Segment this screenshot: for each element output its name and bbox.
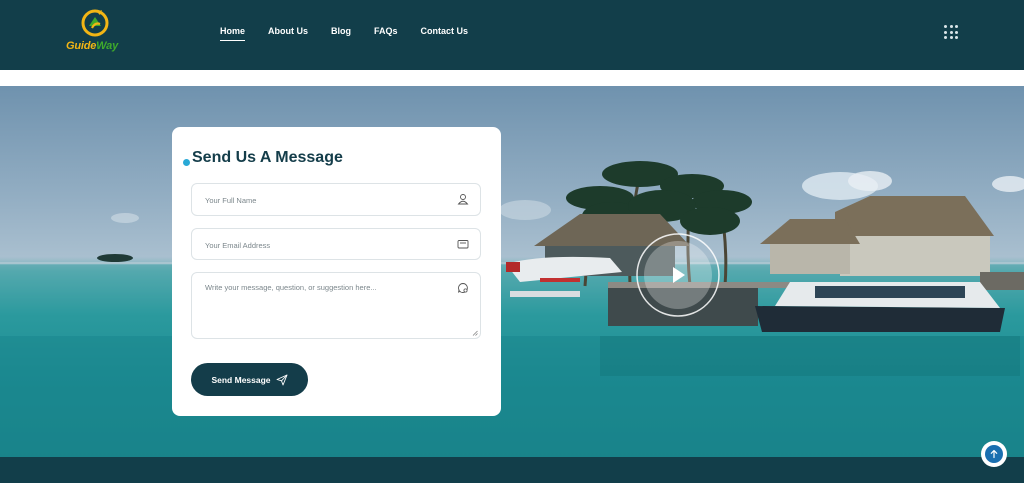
nav-faqs[interactable]: FAQs — [374, 25, 398, 39]
message-field[interactable] — [191, 272, 481, 339]
chat-bubble-icon — [458, 283, 468, 293]
accent-dot — [183, 159, 190, 166]
nav-home[interactable]: Home — [220, 25, 246, 41]
compass-arrow-icon — [81, 9, 109, 37]
full-name-input[interactable] — [205, 195, 445, 205]
send-message-label: Send Message — [211, 374, 271, 385]
email-field[interactable] — [191, 228, 481, 260]
envelope-icon — [457, 240, 469, 249]
send-message-button[interactable]: Send Message — [191, 363, 308, 396]
paper-plane-icon — [276, 374, 287, 385]
site-header: GuideWay Home About Us Blog FAQs Contact… — [0, 0, 1024, 70]
logo-word-guide: Guide — [66, 40, 97, 52]
back-to-top-circle — [985, 445, 1003, 463]
back-to-top-button[interactable] — [981, 441, 1007, 467]
logo-wordmark: GuideWay — [66, 40, 118, 52]
logo-word-way: Way — [96, 40, 118, 52]
resize-grip-icon[interactable] — [472, 330, 478, 336]
grid-dots-icon[interactable] — [944, 25, 958, 39]
user-icon — [457, 194, 469, 205]
message-textarea[interactable] — [205, 283, 445, 333]
email-input[interactable] — [205, 240, 445, 250]
lagoon-overwater-villas-image — [0, 161, 1024, 457]
arrow-up-icon — [990, 449, 998, 459]
video-play-button[interactable] — [635, 232, 721, 318]
hero-section — [0, 86, 1024, 457]
footer-bar — [0, 457, 1024, 483]
nav-contact-us[interactable]: Contact Us — [421, 25, 469, 39]
form-title: Send Us A Message — [192, 149, 343, 166]
play-icon — [636, 233, 720, 317]
nav-blog[interactable]: Blog — [331, 25, 351, 39]
full-name-field[interactable] — [191, 183, 481, 216]
site-logo[interactable]: GuideWay — [66, 8, 126, 56]
main-nav: Home About Us Blog FAQs Contact Us — [220, 25, 491, 41]
nav-about-us[interactable]: About Us — [268, 25, 308, 39]
contact-form-card: Send Us A Message Send Message — [172, 127, 501, 416]
